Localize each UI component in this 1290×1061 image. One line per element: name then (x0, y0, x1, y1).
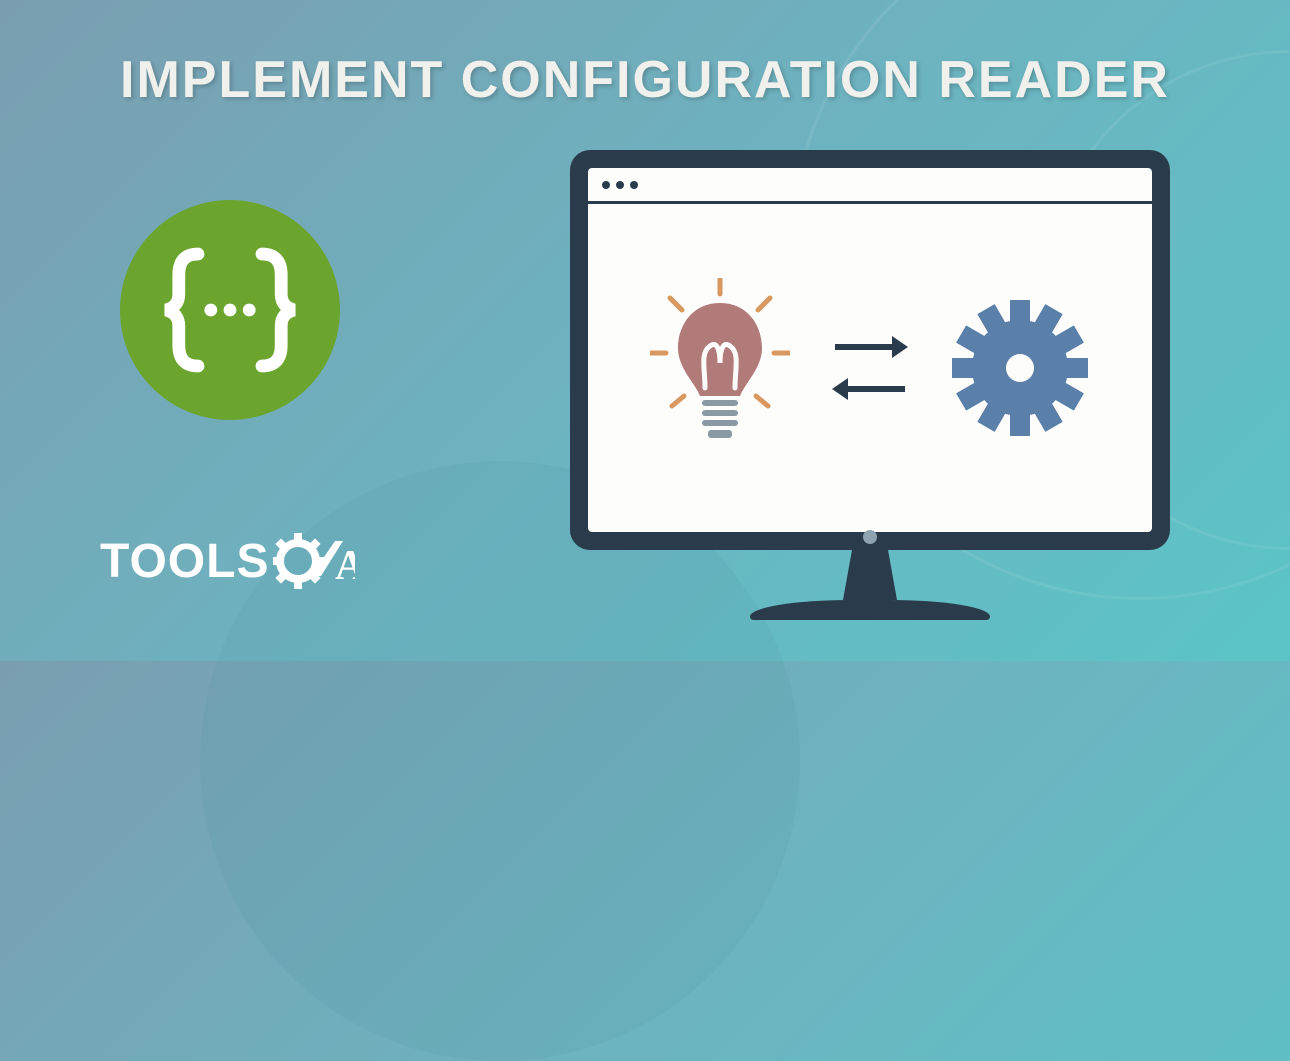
screen-content (588, 204, 1152, 532)
monitor-frame (570, 150, 1170, 550)
swap-arrows-icon (830, 332, 910, 404)
window-dot (602, 181, 610, 189)
browser-bar (588, 168, 1152, 204)
window-dot (616, 181, 624, 189)
lightbulb-icon (650, 278, 790, 458)
gear-icon (950, 298, 1090, 438)
logo-gear-icon: A (273, 531, 355, 591)
monitor-power-button (863, 530, 877, 544)
main-title: IMPLEMENT CONFIGURATION READER (0, 50, 1290, 110)
monitor-stand (825, 550, 915, 600)
monitor-base (750, 600, 990, 620)
svg-text:A: A (335, 543, 355, 589)
toolsqa-logo: TOOLS A (100, 531, 355, 591)
monitor-screen (588, 168, 1152, 532)
logo-text-tools: TOOLS (100, 534, 269, 589)
monitor-illustration (570, 150, 1170, 620)
window-dot (630, 181, 638, 189)
json-badge (120, 200, 340, 420)
braces-icon (150, 230, 310, 390)
